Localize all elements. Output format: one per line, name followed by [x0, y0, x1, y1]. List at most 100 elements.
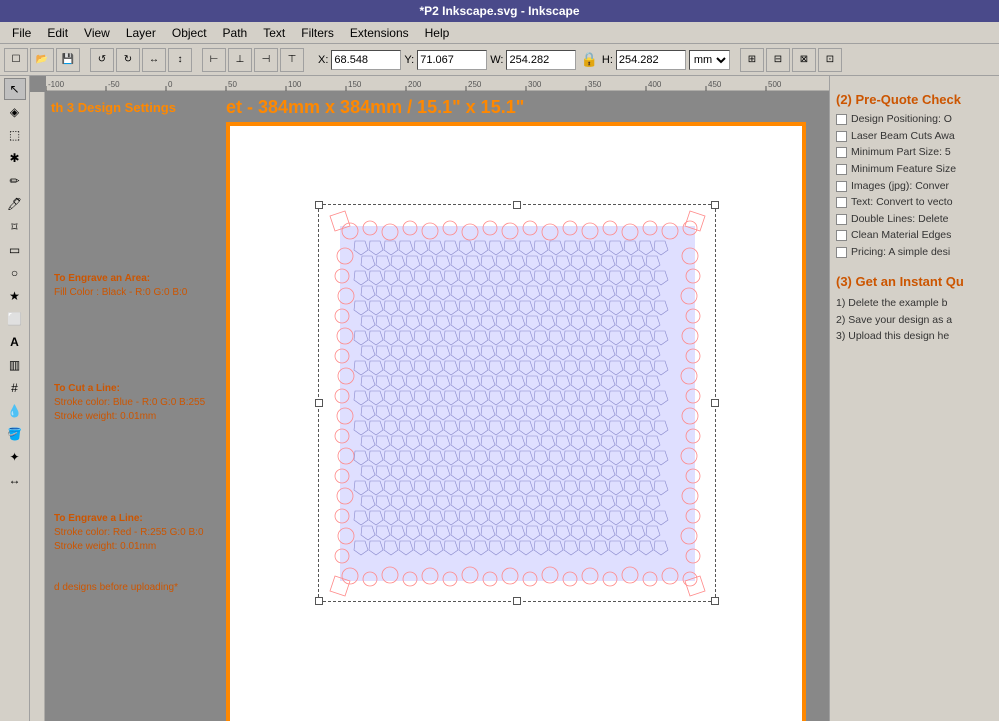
flip-v-button[interactable]: ↕: [168, 48, 192, 72]
align-left-button[interactable]: ⊢: [202, 48, 226, 72]
checkbox-2[interactable]: [836, 147, 847, 158]
checklist-label-4: Images (jpg): Conver: [851, 180, 949, 194]
w-label: W:: [490, 54, 503, 66]
snap-btn3[interactable]: ⊠: [792, 48, 816, 72]
text-tool[interactable]: A: [4, 331, 26, 353]
menu-help[interactable]: Help: [417, 24, 458, 42]
checklist-label-7: Clean Material Edges: [851, 229, 951, 243]
step-1: 1) Delete the example b: [836, 295, 993, 312]
svg-text:450: 450: [708, 80, 722, 89]
engrave-line-annotation: To Engrave a Line: Stroke color: Red - R…: [54, 512, 204, 554]
checkbox-0[interactable]: [836, 114, 847, 125]
new-button[interactable]: ☐: [4, 48, 28, 72]
svg-text:300: 300: [528, 80, 542, 89]
cut-line2: Stroke weight: 0.01mm: [54, 410, 205, 424]
svg-text:350: 350: [588, 80, 602, 89]
engrave-line1: Stroke color: Red - R:255 G:0 B:0: [54, 526, 204, 540]
checklist-item-0: Design Positioning: O: [836, 113, 993, 127]
zoom-tool[interactable]: ⬚: [4, 124, 26, 146]
checkbox-6[interactable]: [836, 214, 847, 225]
checklist-item-1: Laser Beam Cuts Awa: [836, 130, 993, 144]
x-input[interactable]: [331, 50, 401, 70]
svg-text:150: 150: [348, 80, 362, 89]
checkbox-7[interactable]: [836, 230, 847, 241]
canvas-viewport[interactable]: et - 384mm x 384mm / 15.1" x 15.1": [46, 92, 829, 721]
menu-text[interactable]: Text: [255, 24, 293, 42]
section2-title: (2) Pre-Quote Check: [836, 92, 993, 107]
menu-view[interactable]: View: [76, 24, 118, 42]
select-tool[interactable]: ↖: [4, 78, 26, 100]
snap-btn4[interactable]: ⊡: [818, 48, 842, 72]
checklist-item-3: Minimum Feature Size: [836, 163, 993, 177]
pencil-tool[interactable]: ✏: [4, 170, 26, 192]
footer-annotation: d designs before uploading*: [54, 582, 178, 593]
y-label: Y:: [404, 54, 414, 66]
pen-tool[interactable]: 🖊: [4, 193, 26, 215]
open-button[interactable]: 📂: [30, 48, 54, 72]
menu-filters[interactable]: Filters: [293, 24, 342, 42]
menu-path[interactable]: Path: [215, 24, 256, 42]
canvas-area[interactable]: -100 -50 0 50 100 150 200 250 30: [30, 76, 829, 721]
checklist-label-8: Pricing: A simple desi: [851, 246, 950, 260]
align-top-button[interactable]: ⊤: [280, 48, 304, 72]
toolbar: ☐ 📂 💾 ↺ ↻ ↔ ↕ ⊢ ⊥ ⊣ ⊤ X: Y: W: 🔒 H: mm p…: [0, 44, 999, 76]
paint-bucket-tool[interactable]: 🪣: [4, 423, 26, 445]
drawing-page: [226, 122, 806, 721]
svg-text:400: 400: [648, 80, 662, 89]
circle-tool[interactable]: ○: [4, 262, 26, 284]
h-input[interactable]: [616, 50, 686, 70]
ruler-left: [30, 92, 46, 721]
dropper-tool[interactable]: 💧: [4, 400, 26, 422]
svg-text:100: 100: [288, 80, 302, 89]
engrave-line-title: To Engrave a Line:: [54, 512, 204, 526]
menu-object[interactable]: Object: [164, 24, 215, 42]
measure-tool[interactable]: ✱: [4, 147, 26, 169]
menu-edit[interactable]: Edit: [39, 24, 76, 42]
svg-text:-100: -100: [48, 80, 65, 89]
checkbox-4[interactable]: [836, 181, 847, 192]
checklist-item-7: Clean Material Edges: [836, 229, 993, 243]
mesh-tool[interactable]: #: [4, 377, 26, 399]
save-button[interactable]: 💾: [56, 48, 80, 72]
align-center-button[interactable]: ⊥: [228, 48, 252, 72]
redo-button[interactable]: ↻: [116, 48, 140, 72]
svg-text:500: 500: [768, 80, 782, 89]
spray-tool[interactable]: ✦: [4, 446, 26, 468]
coord-toolbar: X: Y: W: 🔒 H: mm px in: [318, 50, 730, 70]
gradient-tool[interactable]: ▥: [4, 354, 26, 376]
3d-box-tool[interactable]: ⬜: [4, 308, 26, 330]
checklist-label-3: Minimum Feature Size: [851, 163, 956, 177]
checklist-item-6: Double Lines: Delete: [836, 213, 993, 227]
checkbox-3[interactable]: [836, 164, 847, 175]
checklist-item-5: Text: Convert to vecto: [836, 196, 993, 210]
snap-btn2[interactable]: ⊟: [766, 48, 790, 72]
w-input[interactable]: [506, 50, 576, 70]
h-label: H:: [602, 54, 613, 66]
calligraphy-tool[interactable]: ⌑: [4, 216, 26, 238]
checkbox-5[interactable]: [836, 197, 847, 208]
undo-button[interactable]: ↺: [90, 48, 114, 72]
y-input[interactable]: [417, 50, 487, 70]
svg-text:50: 50: [228, 80, 237, 89]
flip-h-button[interactable]: ↔: [142, 48, 166, 72]
lock-icon: 🔒: [580, 51, 597, 68]
connector-tool[interactable]: ↔: [4, 469, 26, 491]
menu-file[interactable]: File: [4, 24, 39, 42]
steps-list: 1) Delete the example b 2) Save your des…: [836, 295, 993, 345]
engrave-area-line1: Fill Color : Black - R:0 G:0 B:0: [54, 286, 187, 300]
menu-extensions[interactable]: Extensions: [342, 24, 417, 42]
align-right-button[interactable]: ⊣: [254, 48, 278, 72]
menu-layer[interactable]: Layer: [118, 24, 164, 42]
checklist-label-6: Double Lines: Delete: [851, 213, 948, 227]
checklist-label-2: Minimum Part Size: 5: [851, 146, 951, 160]
unit-select[interactable]: mm px in: [689, 50, 730, 70]
snap-btn1[interactable]: ⊞: [740, 48, 764, 72]
rect-tool[interactable]: ▭: [4, 239, 26, 261]
checklist-label-1: Laser Beam Cuts Awa: [851, 130, 955, 144]
checkbox-8[interactable]: [836, 247, 847, 258]
node-tool[interactable]: ◈: [4, 101, 26, 123]
checkbox-1[interactable]: [836, 131, 847, 142]
section3-title: (3) Get an Instant Qu: [836, 274, 993, 289]
star-tool[interactable]: ★: [4, 285, 26, 307]
step-2: 2) Save your design as a: [836, 312, 993, 329]
